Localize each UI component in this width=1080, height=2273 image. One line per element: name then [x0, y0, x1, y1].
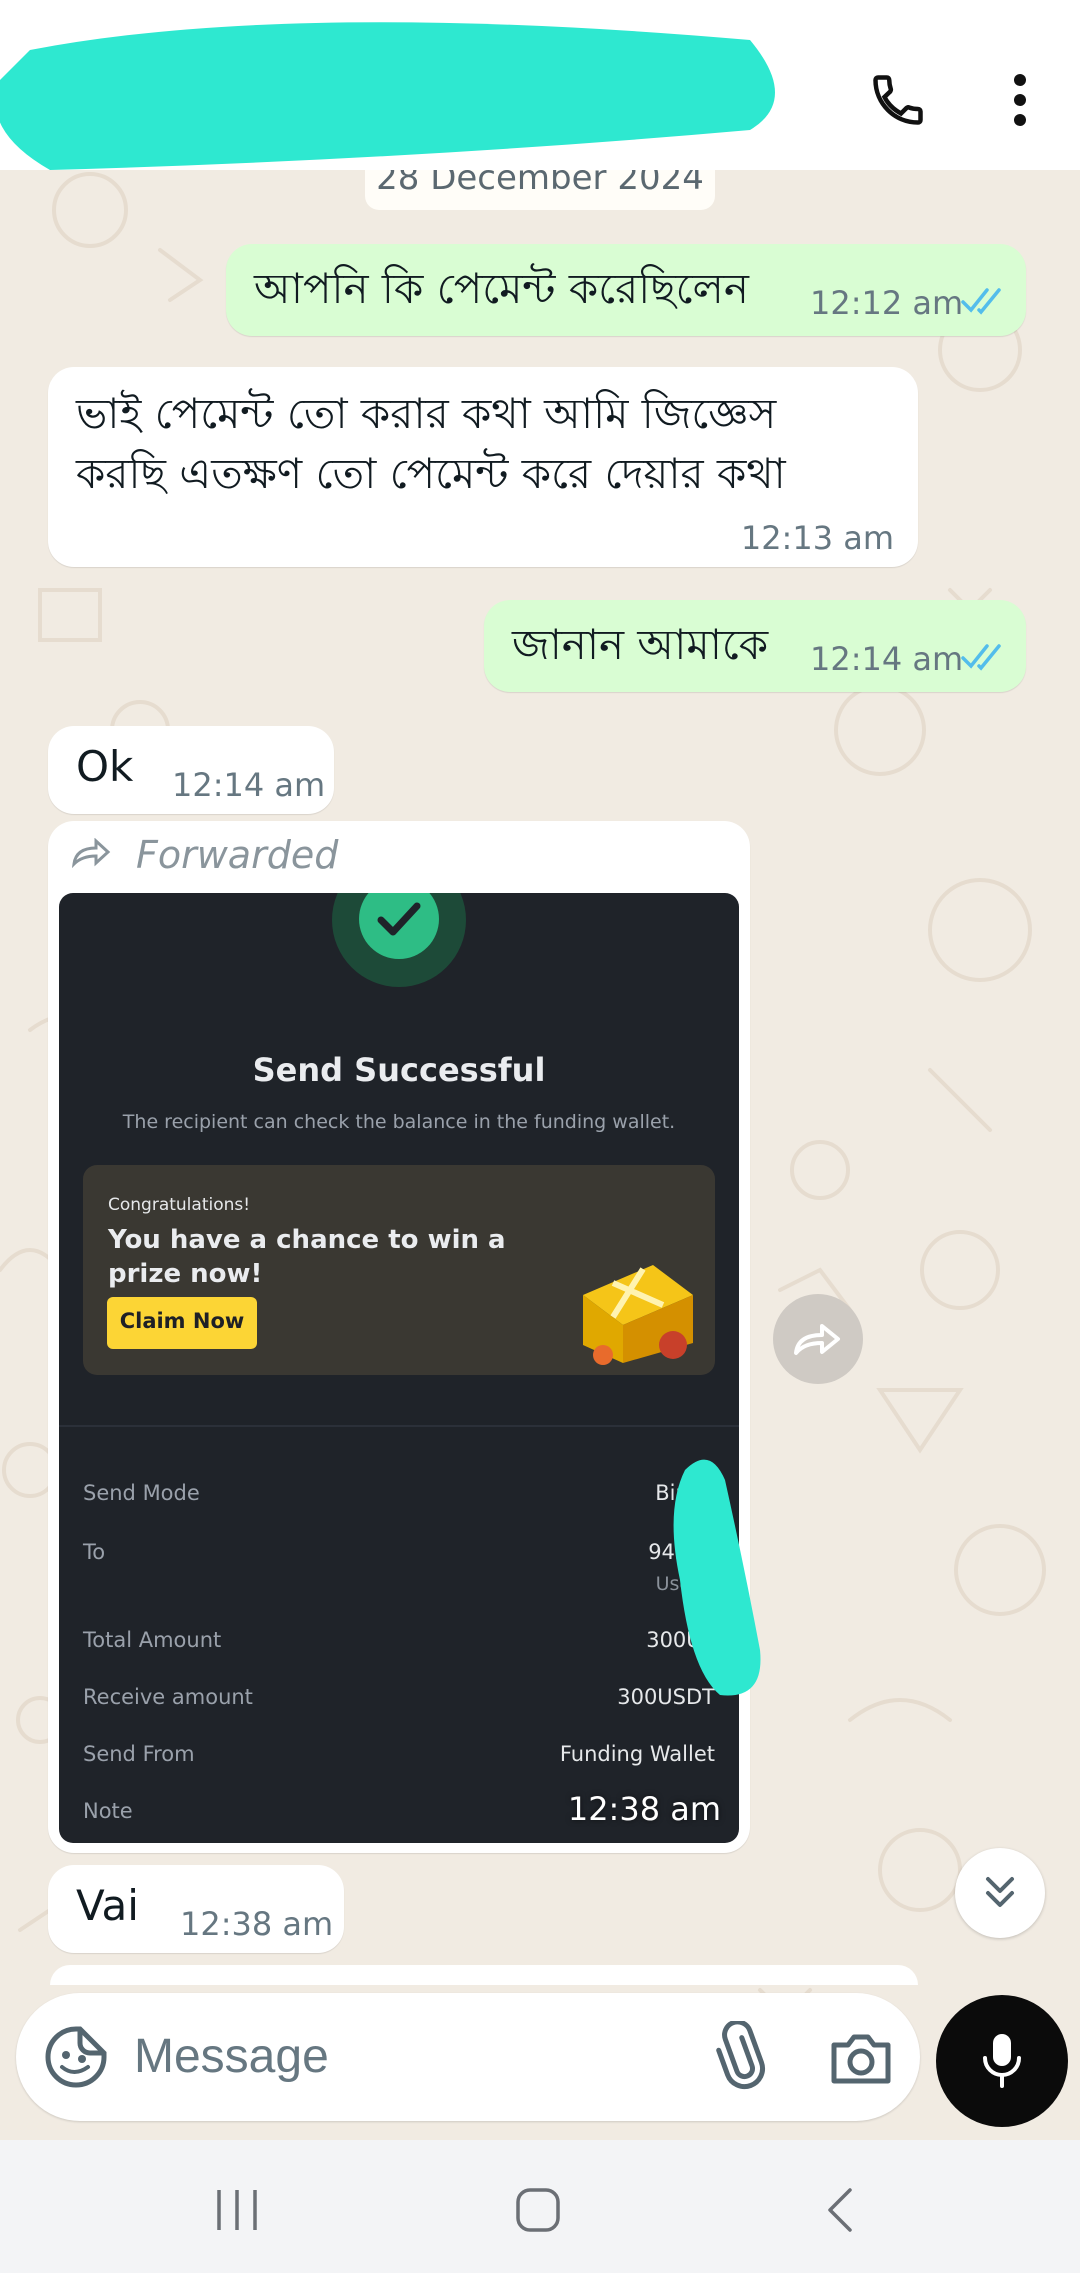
message-bubble-incoming[interactable]: Ok 12:14 am: [48, 726, 334, 814]
forwarded-label: Forwarded: [136, 833, 339, 877]
read-ticks-icon: [961, 288, 1001, 315]
message-time: 12:38 am: [567, 1790, 721, 1828]
message-text: Vai: [76, 1881, 139, 1930]
message-text: Ok: [76, 742, 134, 791]
paperclip-icon[interactable]: [706, 2021, 776, 2091]
message-time: 12:13 am: [740, 519, 894, 557]
forward-icon: [71, 838, 111, 868]
redaction-mark: [673, 1459, 761, 1696]
detail-label: Total Amount: [83, 1628, 222, 1652]
message-composer: [16, 1993, 920, 2121]
message-input[interactable]: [134, 2021, 694, 2091]
forward-share-button[interactable]: [773, 1294, 863, 1384]
chat-header: [0, 0, 1080, 170]
detail-value: Funding Wallet: [559, 1742, 715, 1766]
payment-screenshot-image[interactable]: Send Successful The recipient can check …: [59, 893, 739, 1843]
redaction-mark: [0, 22, 775, 170]
message-time: 12:12 am: [810, 284, 964, 322]
message-text: জানান আমাকে: [512, 620, 769, 669]
message-bubble-outgoing[interactable]: আপনি কি পেমেন্ট করেছিলেন 12:12 am: [226, 244, 1026, 336]
message-time: 12:38 am: [180, 1905, 334, 1943]
read-ticks-icon: [961, 644, 1001, 671]
promo-headline: You have a chance to win a prize now!: [108, 1225, 506, 1289]
claim-now-button: Claim Now: [107, 1297, 257, 1349]
detail-label: Send Mode: [83, 1481, 200, 1505]
divider: [59, 1425, 739, 1427]
message-text-line: করছি এতক্ষণ তো পেমেন্ট করে দেয়ার কথা: [76, 449, 786, 498]
recent-apps-button[interactable]: [192, 2175, 282, 2245]
scroll-to-bottom-button[interactable]: [955, 1848, 1045, 1938]
back-button[interactable]: [795, 2175, 885, 2245]
system-nav-bar: [0, 2140, 1080, 2273]
message-time: 12:14 am: [172, 766, 326, 804]
home-button[interactable]: [493, 2175, 583, 2245]
detail-label: Note: [83, 1799, 133, 1823]
mic-button[interactable]: [936, 1995, 1068, 2127]
gift-box-icon: [583, 1265, 693, 1365]
promo-kicker: Congratulations!: [108, 1195, 251, 1215]
message-text: আপনি কি পেমেন্ট করেছিলেন: [254, 264, 749, 313]
phone-icon[interactable]: [853, 55, 943, 145]
message-bubble-outgoing[interactable]: জানান আমাকে 12:14 am: [484, 600, 1026, 692]
message-bubble-incoming[interactable]: Vai 12:38 am: [48, 1865, 344, 1953]
message-time: 12:14 am: [810, 640, 964, 678]
camera-icon[interactable]: [826, 2023, 896, 2093]
more-vert-icon[interactable]: [975, 55, 1065, 145]
detail-label: To: [83, 1540, 106, 1564]
success-title: Send Successful: [252, 1051, 546, 1089]
success-subtitle: The recipient can check the balance in t…: [122, 1111, 676, 1133]
sticker-icon[interactable]: [44, 2025, 108, 2089]
message-bubble-incoming[interactable]: ভাই পেমেন্ট তো করার কথা আমি জিজ্ঞেস করছি…: [48, 367, 918, 567]
detail-label: Receive amount: [83, 1685, 253, 1709]
promo-card: Congratulations! You have a chance to wi…: [83, 1165, 715, 1375]
next-message-partial: [50, 1965, 918, 1985]
mic-icon: [983, 2034, 1021, 2088]
detail-label: Send From: [83, 1742, 195, 1766]
